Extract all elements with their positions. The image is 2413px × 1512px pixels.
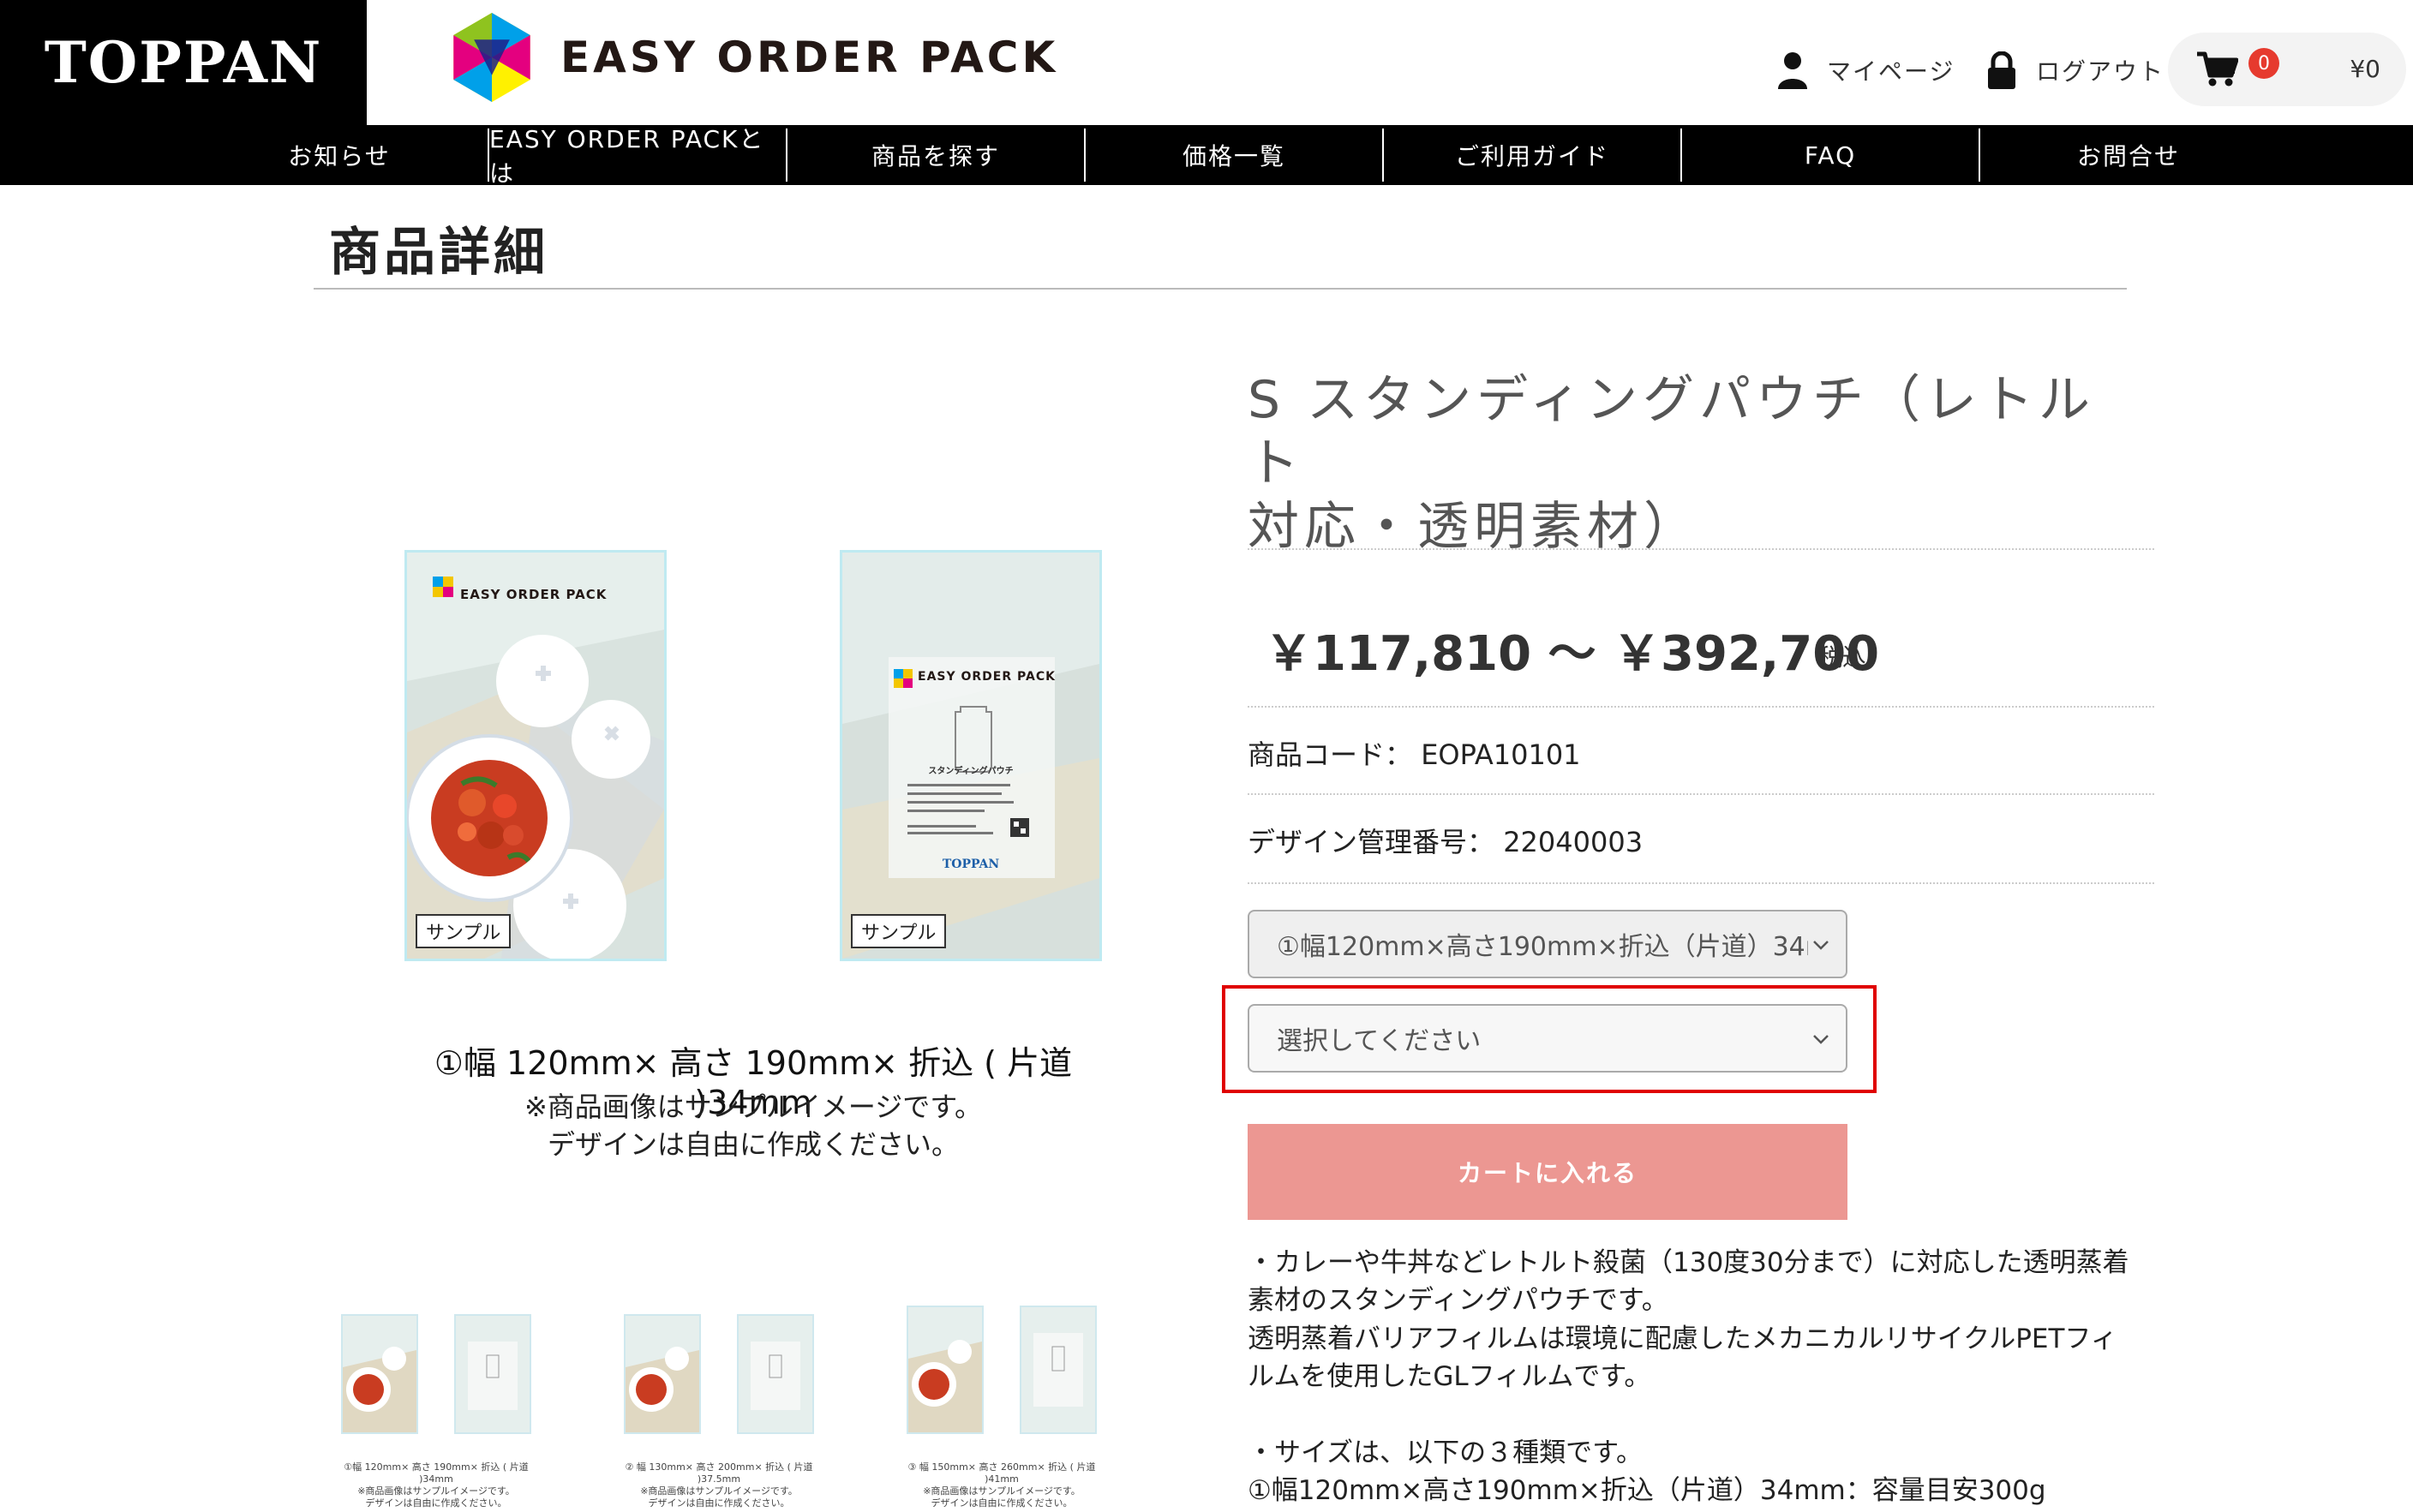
- product-name: S スタンディングパウチ（レトルト 対応・透明素材）: [1248, 368, 2130, 559]
- toppan-logo[interactable]: TOPPAN: [0, 0, 367, 125]
- thumb-back: [1020, 1306, 1097, 1434]
- thumb-front: [624, 1314, 701, 1434]
- product-code: 商品コード： EOPA10101: [1248, 733, 1581, 773]
- thumbnail-size-2[interactable]: ② 幅 130mm× 高さ 200mm× 折込 ( 片道 )37.5mm ※商品…: [612, 1314, 826, 1512]
- description-line: 素材のスタンディングパウチです。: [1248, 1285, 1668, 1317]
- lock-icon: [1988, 51, 2015, 89]
- pouch-back-brand: TOPPAN: [942, 858, 1000, 871]
- nav-item-news[interactable]: お知らせ: [191, 125, 488, 185]
- mypage-label: マイページ: [1827, 57, 1955, 86]
- pouch-front-image[interactable]: EASY ORDER PACK サンプル: [404, 550, 667, 961]
- description-line: ・カレーや牛丼などレトルト殺菌（130度30分まで）に対応した透明蒸着: [1248, 1247, 2129, 1278]
- pouch-front-art: [407, 553, 664, 959]
- sample-tag: サンプル: [416, 914, 512, 948]
- thumbnail-size-3[interactable]: ③ 幅 150mm× 高さ 260mm× 折込 ( 片道 )41mm ※商品画像…: [895, 1306, 1109, 1512]
- site-header: TOPPAN EASY ORDER PACK マイページ ログアウト 0 ¥0: [0, 0, 2413, 125]
- design-number-value: 22040003: [1503, 826, 1644, 858]
- thumb-back-art: [751, 1342, 800, 1410]
- divider: [1248, 793, 2154, 795]
- thumb-back: [737, 1314, 814, 1434]
- thumbnail-caption: ③ 幅 150mm× 高さ 260mm× 折込 ( 片道 )41mm ※商品画像…: [895, 1461, 1109, 1509]
- cart-widget[interactable]: 0 ¥0: [2168, 33, 2406, 106]
- pouch-back-art: [842, 553, 1099, 959]
- description-line: ①幅120mm×高さ190mm×折込（片道）34mm：容量目安300g: [1248, 1475, 2046, 1507]
- thumbnail-caption-size: ③ 幅 150mm× 高さ 260mm× 折込 ( 片道 )41mm: [907, 1461, 1096, 1485]
- product-name-line1: S スタンディングパウチ（レトルト: [1248, 370, 2095, 493]
- thumbnail-caption-note1: ※商品画像はサンプルイメージです。: [640, 1485, 798, 1497]
- sample-tag: サンプル: [851, 914, 947, 948]
- chevron-down-icon: [1813, 1035, 1829, 1044]
- description-line: 透明蒸着バリアフィルムは環境に配慮したメカニカルリサイクルPETフィ: [1248, 1323, 2117, 1354]
- nav-item-search-products[interactable]: 商品を探す: [787, 125, 1084, 185]
- thumbnail-caption-size: ② 幅 130mm× 高さ 200mm× 折込 ( 片道 )37.5mm: [625, 1461, 813, 1485]
- thumbnail-caption-note2: デザインは自由に作成ください。: [648, 1497, 790, 1509]
- chevron-down-icon: [1813, 941, 1829, 950]
- option-select[interactable]: 選択してください: [1248, 1004, 1847, 1073]
- mypage-link[interactable]: マイページ: [1777, 48, 1955, 93]
- thumb-front-art: [908, 1340, 982, 1432]
- thumb-front: [907, 1306, 984, 1434]
- logout-link[interactable]: ログアウト: [1986, 48, 2165, 93]
- product-code-label: 商品コード：: [1248, 738, 1413, 771]
- image-note-line1: ※商品画像はサンプルイメージです。: [524, 1091, 982, 1123]
- description-line: ルムを使用したGLフィルムです。: [1248, 1361, 1651, 1393]
- thumb-front: [341, 1314, 418, 1434]
- description-line: [1248, 1396, 2173, 1434]
- nav-item-about[interactable]: EASY ORDER PACKとは: [489, 125, 786, 188]
- divider: [1248, 706, 2154, 708]
- thumbnail-size-1[interactable]: ①幅 120mm× 高さ 190mm× 折込 ( 片道 )34mm ※商品画像は…: [329, 1314, 543, 1512]
- nav-item-contact[interactable]: お問合せ: [1980, 125, 2277, 185]
- nav-item-faq[interactable]: FAQ: [1682, 125, 1979, 185]
- design-number-label: デザイン管理番号：: [1248, 826, 1495, 858]
- product-code-value: EOPA10101: [1421, 738, 1581, 771]
- eop-logo-text: EASY ORDER PACK: [560, 33, 1059, 82]
- thumbnail-caption: ①幅 120mm× 高さ 190mm× 折込 ( 片道 )34mm ※商品画像は…: [329, 1461, 543, 1509]
- cart-icon: [2197, 51, 2238, 87]
- description-line: ・サイズは、以下の３種類です。: [1248, 1437, 1643, 1468]
- add-to-cart-button[interactable]: カートに入れる: [1248, 1124, 1847, 1220]
- cart-count-badge: 0: [2248, 48, 2279, 79]
- design-number: デザイン管理番号： 22040003: [1248, 821, 1643, 860]
- thumb-back-art: [468, 1342, 518, 1410]
- pouch-back-title: スタンディングパウチ: [928, 767, 1014, 776]
- divider: [1248, 548, 2154, 550]
- pouch-front-logo-text: EASY ORDER PACK: [460, 587, 608, 602]
- nav-item-guide[interactable]: ご利用ガイド: [1384, 125, 1680, 185]
- thumb-back: [454, 1314, 531, 1434]
- easy-order-pack-logo[interactable]: EASY ORDER PACK: [447, 12, 1058, 103]
- divider: [1248, 882, 2154, 884]
- cart-total: ¥0: [2350, 55, 2380, 83]
- pouch-back-logo-text: EASY ORDER PACK: [918, 670, 1056, 684]
- size-select-value: ①幅120mm×高さ190mm×折込（片道）34mm: [1277, 932, 1808, 962]
- option-select-placeholder: 選択してください: [1277, 1026, 1482, 1056]
- thumbnail-caption-note2: デザインは自由に作成ください。: [365, 1497, 507, 1509]
- thumb-back-art: [1033, 1333, 1083, 1407]
- product-description: ・カレーや牛丼などレトルト殺菌（130度30分まで）に対応した透明蒸着 素材のス…: [1248, 1244, 2173, 1509]
- size-select[interactable]: ①幅120mm×高さ190mm×折込（片道）34mm: [1248, 910, 1847, 978]
- thumbnail-caption-note2: デザインは自由に作成ください。: [931, 1497, 1073, 1509]
- thumb-front-art: [626, 1347, 699, 1432]
- main-nav: お知らせ EASY ORDER PACKとは 商品を探す 価格一覧 ご利用ガイド…: [0, 125, 2413, 188]
- product-price: ￥117,810 〜 ￥392,700: [1265, 626, 1880, 682]
- thumbnail-caption-note1: ※商品画像はサンプルイメージです。: [923, 1485, 1081, 1497]
- pouch-back-image[interactable]: EASY ORDER PACK スタンディングパウチ TOPPAN サンプル: [840, 550, 1102, 961]
- thumbnail-caption-size: ①幅 120mm× 高さ 190mm× 折込 ( 片道 )34mm: [344, 1461, 529, 1485]
- image-note: ※商品画像はサンプルイメージです。 デザインは自由に作成ください。: [380, 1088, 1126, 1163]
- tax-label: 税込: [1818, 643, 1867, 672]
- thumbnail-caption: ② 幅 130mm× 高さ 200mm× 折込 ( 片道 )37.5mm ※商品…: [612, 1461, 826, 1509]
- logout-label: ログアウト: [2036, 57, 2165, 86]
- title-divider: [314, 288, 2127, 290]
- image-note-line2: デザインは自由に作成ください。: [547, 1128, 959, 1161]
- page-title: 商品詳細: [329, 223, 548, 283]
- eop-mark-icon: [453, 13, 530, 102]
- nav-item-price-list[interactable]: 価格一覧: [1086, 125, 1382, 185]
- thumb-front-art: [343, 1347, 416, 1432]
- user-icon: [1778, 52, 1807, 89]
- thumbnail-caption-note1: ※商品画像はサンプルイメージです。: [357, 1485, 515, 1497]
